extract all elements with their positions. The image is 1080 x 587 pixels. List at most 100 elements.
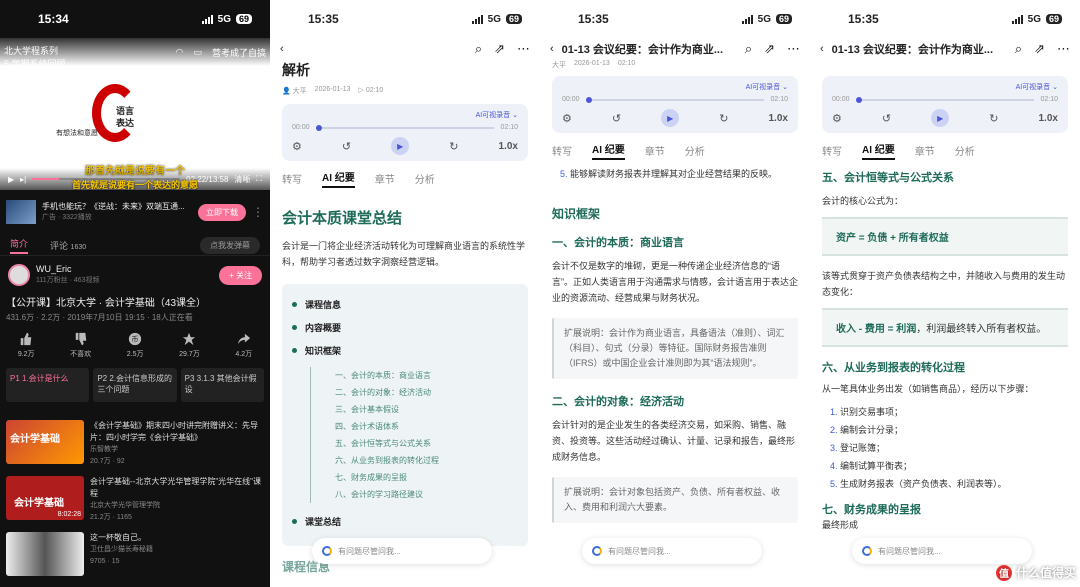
tab-ai-summary[interactable]: AI 纪要 (592, 141, 625, 160)
tab-analysis[interactable]: 分析 (685, 143, 705, 158)
ai-recording-button[interactable]: AI可视录音 ⌄ (832, 82, 1058, 92)
audio-progress[interactable] (315, 124, 495, 131)
download-button[interactable]: 立即下载 (198, 203, 246, 221)
status-bar: 15:34 5G 69 (0, 0, 270, 38)
tab-transcript[interactable]: 转写 (552, 143, 572, 158)
share-icon[interactable]: ⇗ (494, 41, 505, 57)
more-icon[interactable]: ⋯ (517, 41, 530, 57)
play-button[interactable]: ▶ (661, 109, 680, 127)
forward-icon[interactable]: ↻ (719, 112, 728, 125)
tab-analysis[interactable]: 分析 (415, 171, 435, 186)
rewind-icon[interactable]: ↺ (612, 112, 621, 125)
ad-sub: 广告 · 3322播放 (42, 214, 92, 221)
share-icon[interactable]: ⇗ (764, 41, 775, 57)
danmu-input[interactable]: 点我发弹幕 (200, 237, 260, 254)
chapter-item[interactable]: P3 3.1.3 其他会计假设 (180, 368, 264, 402)
toc-subitem[interactable]: 一、会计的本质：商业语言 (335, 367, 518, 384)
settings-icon[interactable]: ⚙ (562, 112, 572, 125)
settings-icon[interactable]: ⚙ (292, 140, 302, 153)
coin-button[interactable]: 币 2.5万 (127, 332, 144, 359)
toc-subitem[interactable]: 二、会计的对象：经济活动 (335, 384, 518, 401)
overlay-sub-text: 5 学期系统回顾 (4, 59, 66, 69)
more-icon[interactable]: ⋯ (787, 41, 800, 57)
signal-icon (741, 14, 753, 24)
search-icon[interactable]: ⌕ (745, 41, 752, 57)
avatar[interactable] (8, 264, 30, 286)
note-tabs: 转写 AI 纪要 章节 分析 (540, 139, 810, 161)
forward-icon[interactable]: ↻ (449, 140, 458, 153)
toc-subitem[interactable]: 五、会计恒等式与公式关系 (335, 435, 518, 452)
clock: 15:35 (308, 12, 339, 26)
ai-recording-button[interactable]: AI可视录音 ⌄ (292, 110, 518, 120)
more-icon[interactable]: ⋮ (252, 205, 264, 219)
search-icon[interactable]: ⌕ (475, 41, 482, 57)
section-heading: 二、会计的对象：经济活动 (552, 396, 684, 408)
toc-subitem[interactable]: 三、会计基本假设 (335, 401, 518, 418)
back-icon[interactable]: ‹ (820, 43, 824, 55)
toc-item[interactable]: 课堂总结 (292, 515, 518, 528)
rewind-icon[interactable]: ↺ (342, 140, 351, 153)
tab-transcript[interactable]: 转写 (822, 143, 842, 158)
note-meta: 大平 2026-01-13 02:10 (552, 60, 798, 70)
headphone-icon[interactable]: ◠ (176, 47, 184, 58)
section-heading: 七、财务成果的呈报 (822, 504, 921, 516)
chapter-list: P1 1.会计是什么 P2 2.会计信息形成的三个问题 P3 3.1.3 其他会… (6, 368, 264, 402)
recommended-item[interactable]: 这一杯敬自己。 卫仕昌少猫长寿秘籍 9705 · 15 (6, 532, 264, 578)
recommended-item[interactable]: 会计学基础 《会计学基础》期末四小时讲完附赠讲义：先导片：四小时学完《会计学基础… (6, 420, 264, 466)
toc-item[interactable]: 知识框架 (292, 344, 518, 357)
time-start: 00:00 (562, 96, 580, 103)
rec-stats: 20.7万 · 92 (90, 458, 125, 465)
share-button[interactable]: 4.2万 (235, 332, 252, 359)
rewind-icon[interactable]: ↺ (882, 112, 891, 125)
like-button[interactable]: 9.2万 (18, 332, 35, 359)
dislike-label: 不喜欢 (70, 351, 92, 358)
follow-button[interactable]: + 关注 (219, 265, 262, 285)
ad-thumbnail (6, 200, 36, 224)
tab-comments[interactable]: 评论 1630 (50, 239, 86, 252)
rec-title: 这一杯敬自己。 (90, 533, 146, 542)
favorite-button[interactable]: 29.7万 (179, 332, 200, 359)
ask-input[interactable]: 有问题尽管问我... (312, 538, 492, 564)
tab-chapters[interactable]: 章节 (375, 171, 395, 186)
ai-recording-button[interactable]: AI可视录音 ⌄ (562, 82, 788, 92)
tab-transcript[interactable]: 转写 (282, 171, 302, 186)
tab-ai-summary[interactable]: AI 纪要 (862, 141, 895, 160)
ask-input[interactable]: 有问题尽管问我... (582, 538, 762, 564)
recommended-item[interactable]: 会计学基础 8:02:28 会计学基础--北京大学光华管理学院"光华在线"课程 北京… (6, 476, 264, 522)
forward-icon[interactable]: ↻ (989, 112, 998, 125)
toc-item[interactable]: 内容概要 (292, 321, 518, 334)
toc-subitem[interactable]: 七、财务成果的呈报 (335, 469, 518, 486)
audio-progress[interactable] (855, 96, 1035, 103)
back-icon[interactable]: ‹ (550, 43, 554, 55)
tab-analysis[interactable]: 分析 (955, 143, 975, 158)
back-icon[interactable]: ‹ (280, 43, 284, 55)
more-icon[interactable]: ⋯ (1057, 41, 1070, 57)
tab-intro[interactable]: 简介 (10, 237, 29, 254)
tab-chapters[interactable]: 章节 (645, 143, 665, 158)
play-button[interactable]: ▶ (391, 137, 410, 155)
rec-title: 会计学基础--北京大学光华管理学院"光华在线"课程 (90, 477, 262, 498)
nav-bar: ‹ 01-13 会议纪要：会计作为商业... ⌕ ⇗ ⋯ (810, 38, 1080, 60)
speed-button[interactable]: 1.0x (769, 113, 788, 124)
cast-icon[interactable]: ▭ (193, 47, 202, 58)
tab-chapters[interactable]: 章节 (915, 143, 935, 158)
speed-button[interactable]: 1.0x (1039, 113, 1058, 124)
video-player[interactable]: 北大学程系列5 学期系统回顾 ◠▭营考成了自搞 语言 表达 有想法和意愿 那首先… (0, 38, 270, 190)
toc-subitem[interactable]: 八、会计的学习路径建议 (335, 486, 518, 503)
uploader-name[interactable]: WU_Eric (36, 264, 100, 275)
toc-subitem[interactable]: 六、从业务到报表的转化过程 (335, 452, 518, 469)
dislike-button[interactable]: 不喜欢 (70, 332, 91, 359)
audio-progress[interactable] (585, 96, 765, 103)
settings-icon[interactable]: ⚙ (832, 112, 842, 125)
speed-button[interactable]: 1.0x (499, 141, 518, 152)
share-icon[interactable]: ⇗ (1034, 41, 1045, 57)
ad-banner[interactable]: 手机也能玩？《逆战：未来》双端互通... 广告 · 3322播放 立即下载 ⋮ (0, 196, 270, 228)
play-button[interactable]: ▶ (931, 109, 950, 127)
tab-ai-summary[interactable]: AI 纪要 (322, 169, 355, 188)
toc-item[interactable]: 课程信息 (292, 298, 518, 311)
chapter-item[interactable]: P1 1.会计是什么 (6, 368, 90, 402)
chapter-item[interactable]: P2 2.会计信息形成的三个问题 (93, 368, 177, 402)
toc-subitem[interactable]: 四、会计术语体系 (335, 418, 518, 435)
search-icon[interactable]: ⌕ (1015, 41, 1022, 57)
ask-input[interactable]: 有问题尽管问我... (852, 538, 1032, 564)
